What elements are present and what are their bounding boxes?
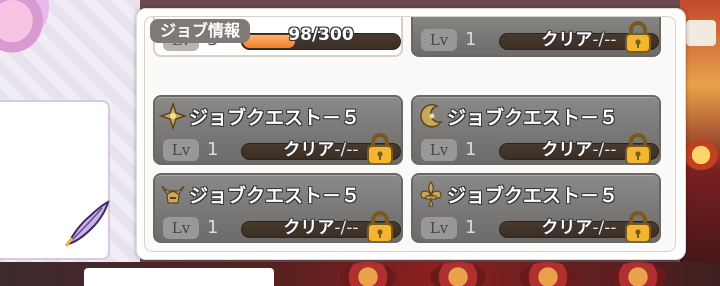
padlock-icon (623, 133, 653, 163)
padlock-icon (623, 211, 653, 241)
clear-label: クリア (541, 218, 593, 238)
cross-emblem-icon (158, 101, 188, 131)
clear-label: クリア (283, 218, 335, 238)
level-value: 1 (465, 139, 477, 160)
clear-label: クリア (283, 140, 335, 160)
clear-count: -/-- (592, 140, 617, 160)
job-quest-title: ジョブクエスト－５ (447, 185, 619, 207)
job-quest-title: ジョブクエスト－５ (447, 107, 619, 129)
horned-helmet-emblem-icon (159, 180, 187, 208)
bottom-button[interactable] (84, 268, 274, 286)
level-value: 1 (465, 217, 477, 238)
clear-count: -/-- (334, 140, 359, 160)
crescent-emblem-icon (417, 102, 445, 130)
bottom-menu-icon[interactable] (430, 262, 486, 286)
job-card-locked[interactable]: ジョブクエスト－５ Lv 1 クリア-/-- (411, 95, 661, 165)
level-label: Lv (163, 217, 199, 239)
background-sign (686, 20, 716, 46)
fleur-de-lis-emblem-icon (417, 180, 445, 208)
job-quest-title: ジョブクエスト－５ (189, 185, 361, 207)
padlock-icon (623, 21, 653, 53)
job-quest-title: ジョブクエスト－５ (189, 107, 361, 129)
level-value: 1 (465, 29, 477, 50)
level-label: Lv (421, 217, 457, 239)
section-title: ジョブ情報 (150, 19, 251, 43)
level-label: Lv (421, 139, 457, 161)
level-label: Lv (163, 139, 199, 161)
clear-count: -/-- (334, 218, 359, 238)
padlock-icon (365, 211, 395, 241)
quill-icon[interactable] (62, 196, 112, 248)
bottom-menu-icon[interactable] (610, 262, 666, 286)
clear-count: -/-- (592, 218, 617, 238)
bottom-menu-icon[interactable] (340, 262, 396, 286)
job-list: Lv 3 98/300 Lv 1 クリア-/-- (144, 16, 676, 252)
character-art (0, 0, 60, 70)
job-exp-bar: 98/300 (241, 25, 401, 50)
background-right (680, 0, 720, 286)
background-emblem (684, 140, 718, 170)
job-card-locked[interactable]: Lv 1 クリア-/-- (411, 17, 661, 57)
clear-label: クリア (541, 30, 593, 50)
level-value: 1 (207, 217, 219, 238)
clear-label: クリア (541, 140, 593, 160)
padlock-icon (365, 133, 395, 163)
job-exp-text: 98/300 (288, 25, 354, 45)
job-card-locked[interactable]: ジョブクエスト－５ Lv 1 クリア-/-- (411, 173, 661, 243)
job-card-locked[interactable]: ジョブクエスト－５ Lv 1 クリア-/-- (153, 95, 403, 165)
job-card-locked[interactable]: ジョブクエスト－５ Lv 1 クリア-/-- (153, 173, 403, 243)
level-label: Lv (421, 29, 457, 51)
level-value: 1 (207, 139, 219, 160)
clear-count: -/-- (592, 30, 617, 50)
bottom-menu-icon[interactable] (520, 262, 576, 286)
